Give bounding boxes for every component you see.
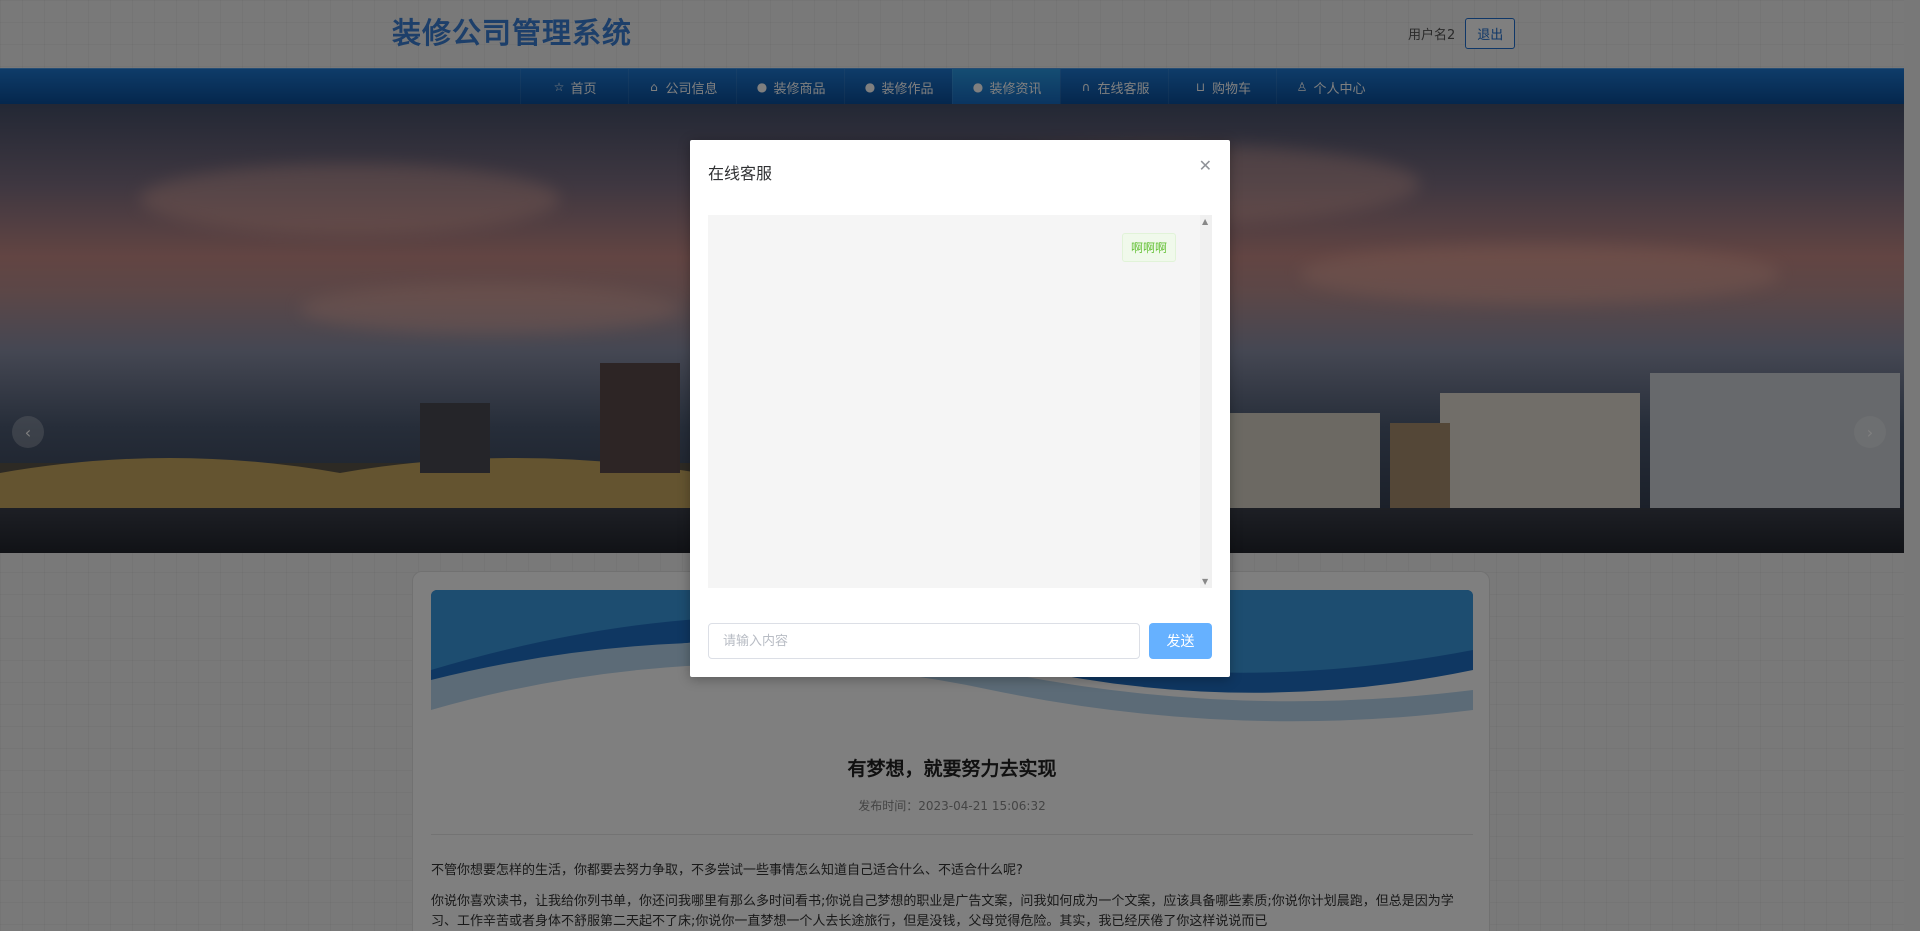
scroll-up-icon[interactable]: ▲ [1202,217,1208,226]
chat-message-area: 啊啊啊 ▲ ▼ [708,215,1212,588]
chat-input[interactable] [708,623,1140,659]
chat-scrollbar[interactable]: ▲ ▼ [1200,215,1212,588]
online-service-dialog: 在线客服 ✕ 啊啊啊 ▲ ▼ 发送 [690,140,1230,677]
close-icon[interactable]: ✕ [1199,156,1212,175]
chat-message-bubble: 啊啊啊 [1121,233,1176,262]
send-button[interactable]: 发送 [1149,623,1212,659]
dialog-title: 在线客服 [708,164,773,183]
scroll-down-icon[interactable]: ▼ [1202,577,1208,586]
